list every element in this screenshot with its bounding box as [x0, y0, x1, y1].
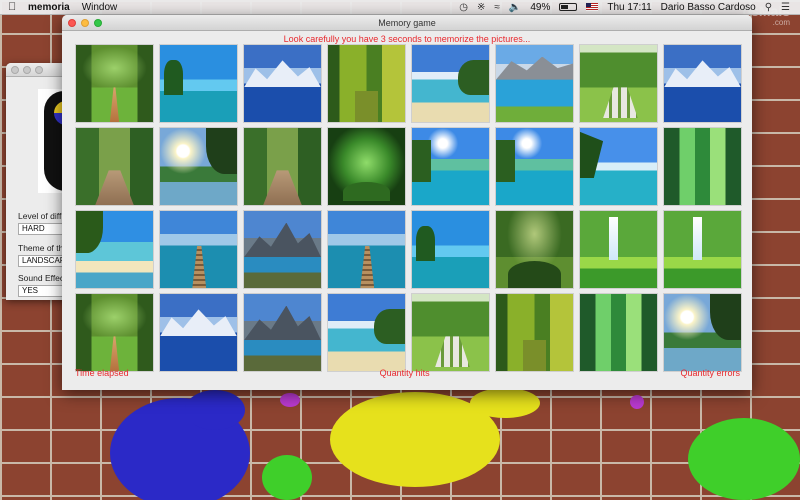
spotlight-icon[interactable]: ⚲ — [765, 2, 772, 13]
window-controls — [68, 19, 102, 27]
memory-card-island[interactable] — [411, 210, 490, 289]
memory-card-mountain[interactable] — [159, 293, 238, 372]
memory-card-mountain[interactable] — [663, 44, 742, 123]
memory-card-grid — [75, 44, 742, 372]
battery-percent[interactable]: 49% — [530, 2, 550, 13]
window-title: Memory game — [378, 18, 436, 28]
close-icon[interactable] — [11, 65, 19, 74]
menu-bar:  memoria Window ◷ ※ ≈ 🔈 49% Thu 17:11 D… — [0, 0, 800, 15]
difficulty-label: Level of diff — [18, 211, 62, 221]
memory-card-forest[interactable] — [327, 44, 406, 123]
input-source-flag-icon[interactable] — [586, 3, 599, 11]
paint-splash — [688, 418, 800, 500]
time-elapsed-label: Time elapsed — [75, 368, 129, 378]
memory-card-trees[interactable] — [663, 127, 742, 206]
minimize-icon[interactable] — [23, 65, 31, 74]
memory-card-waterfall[interactable] — [579, 210, 658, 289]
sound-label: Sound Effec — [18, 273, 65, 283]
battery-icon[interactable] — [559, 3, 578, 11]
memory-card-tropic[interactable] — [495, 127, 574, 206]
apple-menu-icon[interactable]:  — [8, 1, 20, 13]
memory-card-pagoda[interactable] — [579, 44, 658, 123]
memory-card-tropic[interactable] — [411, 127, 490, 206]
app-menu[interactable]: memoria — [28, 2, 70, 13]
memory-card-island[interactable] — [159, 44, 238, 123]
time-machine-icon[interactable]: ◷ — [459, 2, 468, 13]
memory-card-forest[interactable] — [495, 293, 574, 372]
memory-card-rocky[interactable] — [243, 210, 322, 289]
paint-splash — [280, 393, 300, 407]
memory-card-park[interactable] — [75, 293, 154, 372]
quantity-hits-label: Quantity hits — [379, 368, 430, 378]
minimize-icon[interactable] — [81, 19, 89, 27]
quantity-errors-label: Quantity errors — [680, 368, 740, 378]
memory-card-pagoda[interactable] — [411, 293, 490, 372]
memory-card-beach[interactable] — [327, 293, 406, 372]
paint-splash — [185, 390, 245, 430]
notification-center-icon[interactable]: ☰ — [781, 2, 790, 13]
volume-icon[interactable]: 🔈 — [509, 2, 521, 13]
memory-card-tropic2[interactable] — [579, 127, 658, 206]
bluetooth-icon[interactable]: ※ — [477, 2, 485, 13]
memory-card-garden[interactable] — [75, 127, 154, 206]
zoom-icon[interactable] — [35, 65, 43, 74]
memory-card-park[interactable] — [75, 44, 154, 123]
memory-card-bay[interactable] — [75, 210, 154, 289]
memory-card-beach[interactable] — [411, 44, 490, 123]
menu-clock[interactable]: Thu 17:11 — [607, 2, 651, 13]
paint-splash — [470, 388, 540, 418]
memory-card-jungle[interactable] — [495, 210, 574, 289]
memory-card-sunset[interactable] — [159, 127, 238, 206]
user-name[interactable]: Dario Basso Cardoso — [661, 2, 756, 13]
paint-splash — [630, 395, 644, 409]
memory-game-window: Memory game Look carefully you have 3 se… — [62, 15, 752, 390]
zoom-icon[interactable] — [94, 19, 102, 27]
memory-card-sunset[interactable] — [663, 293, 742, 372]
memory-card-pier[interactable] — [159, 210, 238, 289]
memory-card-garden[interactable] — [243, 127, 322, 206]
close-icon[interactable] — [68, 19, 76, 27]
wifi-icon[interactable]: ≈ — [494, 2, 500, 13]
status-bar: Time elapsed Quantity hits Quantity erro… — [75, 368, 740, 378]
memory-card-waterfall[interactable] — [663, 210, 742, 289]
memory-card-trees[interactable] — [579, 293, 658, 372]
status-area: ◷ ※ ≈ 🔈 49% Thu 17:11 Dario Basso Cardos… — [459, 2, 790, 13]
memory-card-mountain[interactable] — [243, 44, 322, 123]
memory-card-pier[interactable] — [327, 210, 406, 289]
memory-card-lake[interactable] — [495, 44, 574, 123]
memory-card-rocky[interactable] — [243, 293, 322, 372]
paint-splash — [262, 455, 312, 500]
window-menu[interactable]: Window — [82, 2, 118, 13]
game-titlebar: Memory game — [62, 15, 752, 31]
memory-card-green[interactable] — [327, 127, 406, 206]
theme-label: Theme of th — [18, 243, 64, 253]
instruction-text: Look carefully you have 3 seconds to mem… — [283, 34, 531, 44]
